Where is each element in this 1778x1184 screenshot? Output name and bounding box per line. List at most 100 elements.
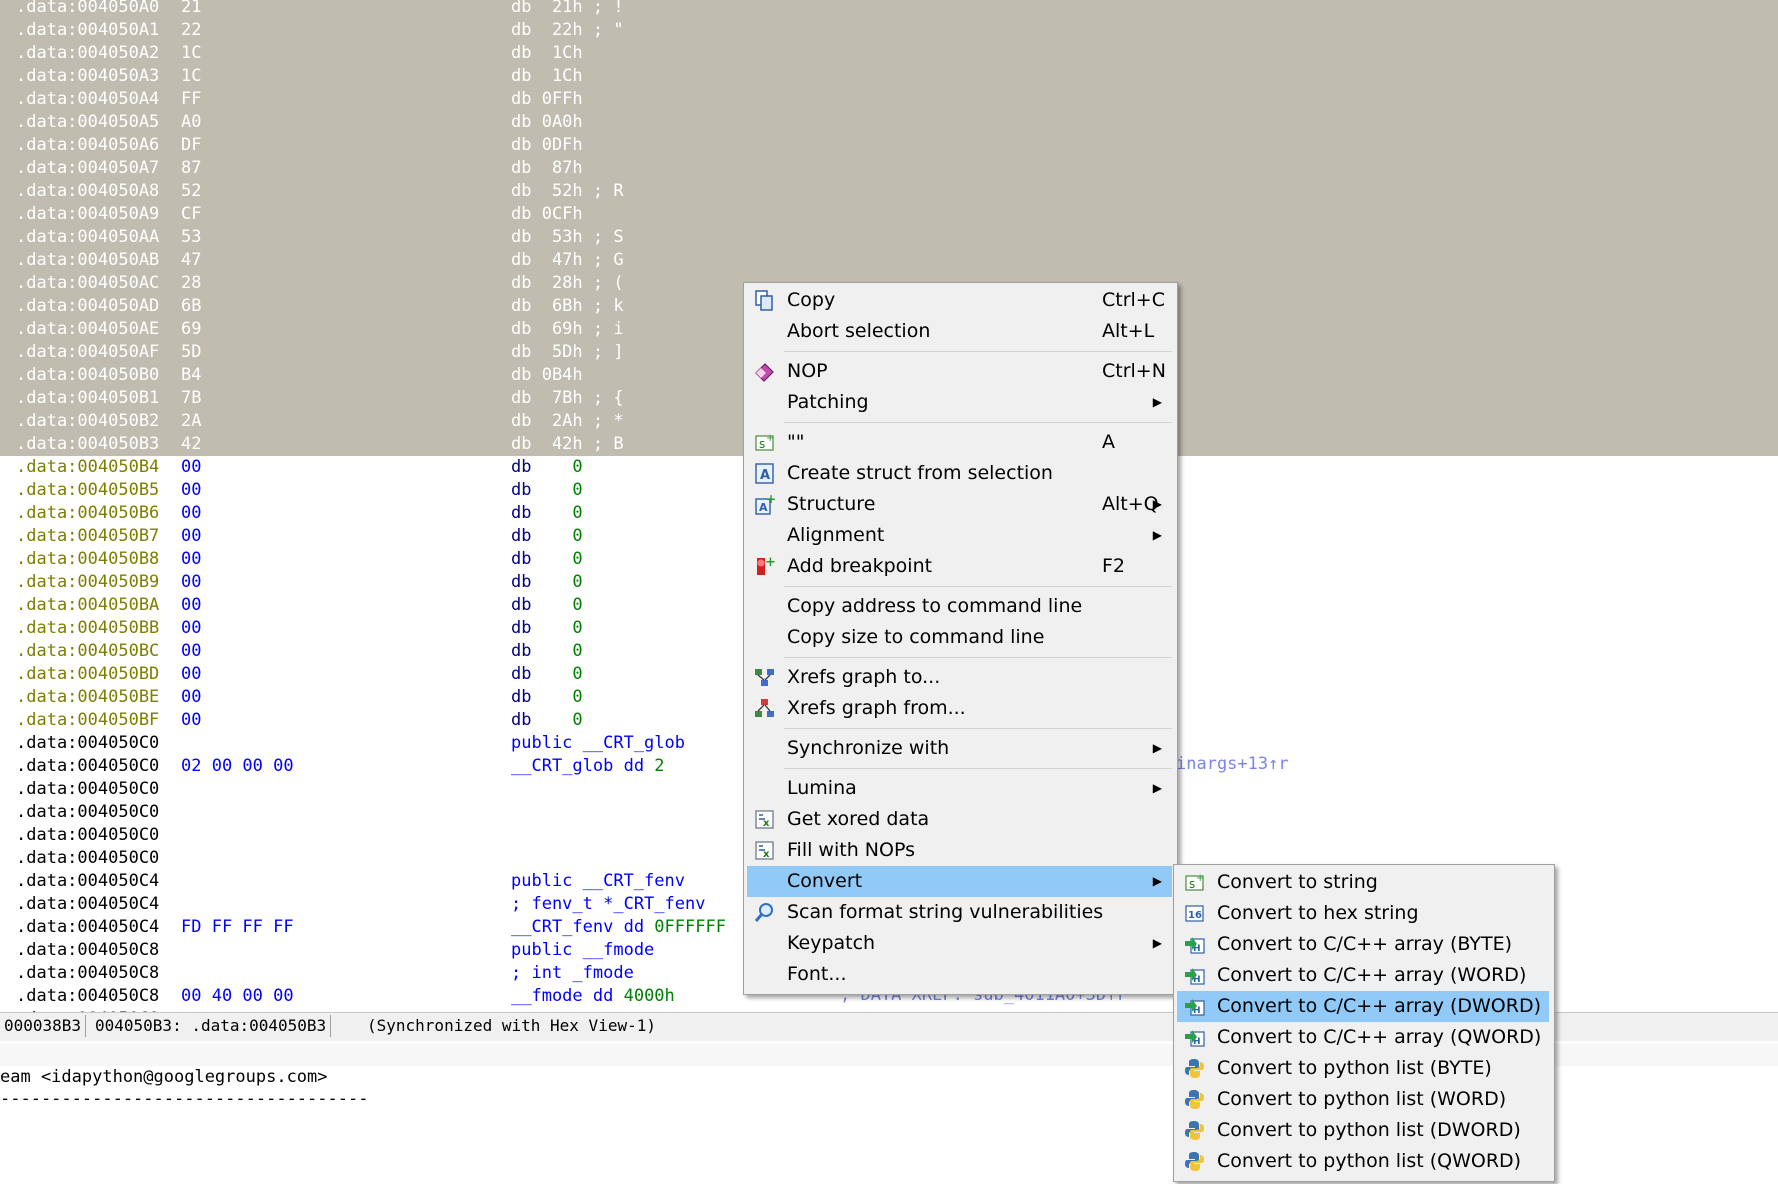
- line-instruction: db 87h: [511, 158, 583, 178]
- line-bytes: 00: [181, 687, 202, 707]
- submenu-item-convert-to-python-list-dword[interactable]: Convert to python list (DWORD): [1177, 1115, 1549, 1146]
- operand-value: 0: [572, 641, 583, 661]
- line-instruction: db 0DFh: [511, 135, 583, 155]
- menu-item-copy-address-to-command-line[interactable]: Copy address to command line: [747, 591, 1172, 622]
- menu-item-label: Patching: [787, 391, 869, 413]
- line-instruction: __CRT_glob dd 2: [511, 756, 665, 776]
- line-address: .data:004050C8: [16, 940, 160, 960]
- menu-separator: [784, 422, 1172, 423]
- submenu-item-convert-to-hex-string[interactable]: 16 Convert to hex string: [1177, 898, 1549, 929]
- line-bytes: 22: [181, 20, 202, 40]
- menu-item-shortcut: Ctrl+N: [1102, 360, 1166, 382]
- disasm-line[interactable]: .data:004050AB 47 db 47h ; G: [0, 249, 1778, 272]
- menu-item-patching[interactable]: Patching ▶: [747, 387, 1172, 418]
- submenu-arrow-icon: ▶: [1152, 395, 1162, 409]
- menu-item-add-breakpoint[interactable]: + Add breakpoint F2: [747, 551, 1172, 582]
- menu-item-fill-with-nops[interactable]: x Fill with NOPs: [747, 835, 1172, 866]
- submenu-item-convert-to-python-list-qword[interactable]: Convert to python list (QWORD): [1177, 1146, 1549, 1177]
- line-bytes: 7B: [181, 388, 202, 408]
- menu-item-convert[interactable]: Convert ▶: [747, 866, 1172, 897]
- svg-text:+: +: [766, 433, 774, 444]
- menu-item-label: Fill with NOPs: [787, 839, 915, 861]
- disasm-line[interactable]: .data:004050A2 1C db 1Ch: [0, 42, 1778, 65]
- line-address: .data:004050BF: [16, 710, 160, 730]
- menu-item-copy[interactable]: Copy Ctrl+C: [747, 285, 1172, 316]
- line-instruction: db 7Bh ; {: [511, 388, 624, 408]
- disasm-line[interactable]: .data:004050A5 A0 db 0A0h: [0, 111, 1778, 134]
- menu-item-alignment[interactable]: Alignment ▶: [747, 520, 1172, 551]
- line-instruction: __fmode dd 4000h: [511, 986, 675, 1006]
- line-bytes: CF: [181, 204, 202, 224]
- line-address: .data:004050C8: [16, 986, 160, 1006]
- line-instruction: public __CRT_fenv: [511, 871, 685, 891]
- line-address: .data:004050A0: [16, 0, 160, 17]
- line-instruction: db 0A0h: [511, 112, 583, 132]
- submenu-item-convert-to-c-c-array-qword[interactable]: H Convert to C/C++ array (QWORD): [1177, 1022, 1549, 1053]
- menu-item-synchronize-with[interactable]: Synchronize with ▶: [747, 733, 1172, 764]
- line-instruction: db 42h ; B: [511, 434, 624, 454]
- submenu-item-convert-to-c-c-array-word[interactable]: H Convert to C/C++ array (WORD): [1177, 960, 1549, 991]
- xref-comment: inargs+13↑r: [1176, 754, 1289, 774]
- operand-value: 2: [654, 756, 665, 776]
- line-address: .data:004050B7: [16, 526, 160, 546]
- line-instruction: db 0FFh: [511, 89, 583, 109]
- disasm-line[interactable]: .data:004050A7 87 db 87h: [0, 157, 1778, 180]
- disasm-line[interactable]: .data:004050A1 22 db 22h ; ": [0, 19, 1778, 42]
- submenu-item-convert-to-c-c-array-byte[interactable]: H Convert to C/C++ array (BYTE): [1177, 929, 1549, 960]
- line-bytes: 52: [181, 181, 202, 201]
- menu-item-copy-size-to-command-line[interactable]: Copy size to command line: [747, 622, 1172, 653]
- menu-item-keypatch[interactable]: Keypatch ▶: [747, 928, 1172, 959]
- line-instruction: db 6Bh ; k: [511, 296, 624, 316]
- submenu-arrow-icon: ▶: [1152, 936, 1162, 950]
- submenu-item-label: Convert to python list (QWORD): [1217, 1150, 1522, 1172]
- operand-value: 0: [572, 664, 583, 684]
- disasm-line[interactable]: .data:004050A4 FF db 0FFh: [0, 88, 1778, 111]
- xrefs-to-icon: [753, 666, 776, 689]
- string-icon: s +: [1183, 871, 1206, 894]
- operand-value: 0: [572, 503, 583, 523]
- struct-add-icon: A +: [753, 492, 776, 516]
- menu-item-string-literal[interactable]: s + "" A: [747, 427, 1172, 458]
- disasm-line[interactable]: .data:004050AA 53 db 53h ; S: [0, 226, 1778, 249]
- menu-item-lumina[interactable]: Lumina ▶: [747, 773, 1172, 804]
- menu-item-create-struct-from-selection[interactable]: A Create struct from selection: [747, 458, 1172, 489]
- line-address: .data:004050A9: [16, 204, 160, 224]
- menu-item-xrefs-graph-to[interactable]: Xrefs graph to...: [747, 662, 1172, 693]
- disasm-line[interactable]: .data:004050A0 21 db 21h ; !: [0, 0, 1778, 19]
- line-instruction: public __CRT_glob: [511, 733, 685, 753]
- menu-item-nop[interactable]: NOP Ctrl+N: [747, 356, 1172, 387]
- disasm-line[interactable]: .data:004050A9 CF db 0CFh: [0, 203, 1778, 226]
- line-address: .data:004050B0: [16, 365, 160, 385]
- line-address: .data:004050C0: [16, 848, 160, 868]
- line-bytes: DF: [181, 135, 202, 155]
- submenu-item-convert-to-string[interactable]: s + Convert to string: [1177, 867, 1549, 898]
- submenu-arrow-icon: ▶: [1152, 741, 1162, 755]
- menu-item-get-xored-data[interactable]: x Get xored data: [747, 804, 1172, 835]
- submenu-item-convert-to-python-list-word[interactable]: Convert to python list (WORD): [1177, 1084, 1549, 1115]
- line-address: .data:004050B4: [16, 457, 160, 477]
- disasm-line[interactable]: .data:004050A8 52 db 52h ; R: [0, 180, 1778, 203]
- disasm-line[interactable]: .data:004050A6 DF db 0DFh: [0, 134, 1778, 157]
- svg-text:+: +: [766, 493, 776, 506]
- line-instruction: db 21h ; !: [511, 0, 624, 17]
- menu-item-scan-format-string-vulnerabilities[interactable]: Scan format string vulnerabilities: [747, 897, 1172, 928]
- line-instruction: db 0: [511, 457, 583, 477]
- menu-item-structure[interactable]: A + Structure Alt+Q ▶: [747, 489, 1172, 520]
- line-instruction: db 0: [511, 549, 583, 569]
- operand-value: 4000h: [623, 986, 675, 1006]
- output-line: ------------------------------------: [0, 1089, 369, 1109]
- submenu-item-convert-to-c-c-array-dword[interactable]: H Convert to C/C++ array (DWORD): [1177, 991, 1549, 1022]
- menu-item-abort-selection[interactable]: Abort selection Alt+L: [747, 316, 1172, 347]
- line-bytes: 02 00 00 00: [181, 756, 294, 776]
- menu-item-font[interactable]: Font...: [747, 959, 1172, 990]
- line-address: .data:004050C0: [16, 756, 160, 776]
- line-address: .data:004050AC: [16, 273, 160, 293]
- line-instruction: db 0: [511, 572, 583, 592]
- menu-item-xrefs-graph-from[interactable]: Xrefs graph from...: [747, 693, 1172, 724]
- submenu-item-convert-to-python-list-byte[interactable]: Convert to python list (BYTE): [1177, 1053, 1549, 1084]
- line-instruction: db 53h ; S: [511, 227, 624, 247]
- disasm-line[interactable]: .data:004050A3 1C db 1Ch: [0, 65, 1778, 88]
- line-bytes: 42: [181, 434, 202, 454]
- line-instruction: db 0CFh: [511, 204, 583, 224]
- line-instruction: db 47h ; G: [511, 250, 624, 270]
